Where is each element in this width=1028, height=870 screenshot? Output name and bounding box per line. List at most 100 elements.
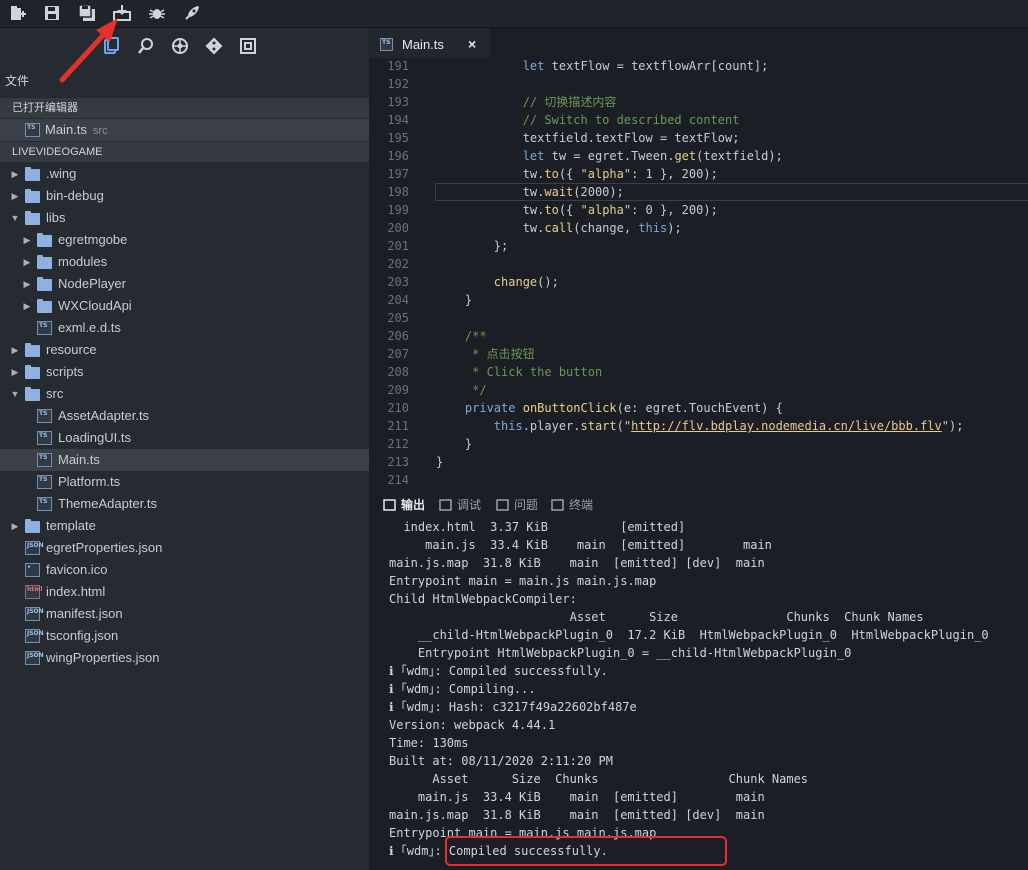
tree-file[interactable]: • favicon.ico [0, 559, 369, 581]
code-text: change(); [493, 275, 559, 289]
tree-file[interactable]: TS LoadingUI.ts [0, 427, 369, 449]
build-icon[interactable] [111, 2, 133, 24]
tree-folder[interactable]: ▼ libs [0, 207, 369, 229]
code-line: 211 this.player.start("http://flv.bdplay… [369, 417, 1028, 435]
new-file-icon[interactable] [7, 2, 29, 24]
ts-file-icon: TS [37, 453, 52, 467]
close-icon[interactable]: × [468, 36, 476, 52]
tree-file[interactable]: html index.html [0, 581, 369, 603]
code-line: 192 [369, 75, 1028, 93]
tab-main-ts[interactable]: TS Main.ts × [369, 28, 490, 62]
tree-item-label: src [46, 386, 64, 401]
code-line: 212 } [369, 435, 1028, 453]
tab-output[interactable]: 输出 [383, 496, 425, 513]
panel-tab-label: 调试 [457, 498, 482, 512]
code-editor[interactable]: 191 let textFlow = textflowArr[count]; 19… [369, 58, 1028, 488]
sidebar: 文件 已打开编辑器 TS Main.ts src LIVEVIDEOGAME ▶.… [0, 28, 369, 870]
outline-icon[interactable] [237, 35, 259, 57]
chevron-right-icon[interactable]: ▶ [22, 229, 32, 251]
chevron-right-icon[interactable]: ▶ [10, 185, 20, 207]
tree-file[interactable]: JSON egretProperties.json [0, 537, 369, 559]
save-all-icon[interactable] [76, 2, 98, 24]
tab-terminal[interactable]: 终端 [551, 496, 593, 513]
code-text: /** [464, 329, 487, 343]
tree-file[interactable]: TS Main.ts [0, 449, 369, 471]
tree-file[interactable]: JSON manifest.json [0, 603, 369, 625]
output-line: main.js 33.4 KiB main [emitted] main [389, 538, 772, 552]
tree-file[interactable]: JSON wingProperties.json [0, 647, 369, 669]
extensions-icon[interactable] [169, 35, 191, 57]
output-line: ℹ ｢wdm｣: Compiling... [389, 682, 536, 696]
line-number: 202 [387, 257, 409, 271]
tree-item-label: resource [46, 342, 97, 357]
tree-item-label: favicon.ico [46, 562, 108, 577]
sidebar-tools [0, 28, 369, 62]
output-line: Child HtmlWebpackCompiler: [389, 592, 577, 606]
output-line: Built at: 08/11/2020 2:11:20 PM [389, 754, 613, 768]
chevron-right-icon[interactable]: ▶ [10, 339, 20, 361]
tab-problems[interactable]: 问题 [496, 496, 538, 513]
code-text: * Click the button [436, 365, 603, 379]
tree-folder[interactable]: ▶ resource [0, 339, 369, 361]
tree-folder[interactable]: ▶ .wing [0, 163, 369, 185]
chevron-down-icon[interactable]: ▼ [10, 207, 20, 229]
code-text: tw.to({ "alpha": 0 }, 200); [436, 203, 718, 217]
output-line: Time: 130ms [389, 736, 469, 750]
tab-debug-console[interactable]: 调试 [439, 496, 481, 513]
tree-file[interactable]: TS exml.e.d.ts [0, 317, 369, 339]
code-line: 210 private onButtonClick(e: egret.Touch… [369, 399, 1028, 417]
line-number: 203 [387, 275, 409, 289]
line-number: 201 [387, 239, 409, 253]
chevron-right-icon[interactable]: ▶ [22, 273, 32, 295]
folder-icon [37, 277, 52, 291]
explorer-icon[interactable] [100, 35, 122, 57]
open-editor-item[interactable]: TS Main.ts src [0, 119, 369, 141]
tree-folder[interactable]: ▶ modules [0, 251, 369, 273]
code-line: 194 // Switch to described content [369, 111, 1028, 129]
tree-folder[interactable]: ▶ NodePlayer [0, 273, 369, 295]
save-icon[interactable] [41, 2, 63, 24]
chevron-right-icon[interactable]: ▶ [10, 361, 20, 383]
tree-item-label: LoadingUI.ts [58, 430, 131, 445]
output-line: Entrypoint main = main.js main.js.map [389, 574, 657, 588]
files-label: 文件 [5, 74, 30, 88]
tree-item-label: exml.e.d.ts [58, 320, 121, 335]
tree-file[interactable]: TS ThemeAdapter.ts [0, 493, 369, 515]
code-line: 204 } [369, 291, 1028, 309]
tab-label: Main.ts [402, 37, 444, 52]
output-line: Asset Size Chunks Chunk Names [389, 772, 809, 786]
tree-folder[interactable]: ▶ WXCloudApi [0, 295, 369, 317]
code-text: tw.to({ "alpha": 1 }, 200); [436, 167, 718, 181]
code-text: let tw = egret.Tween.get(textfield); [522, 149, 783, 163]
tree-folder[interactable]: ▼ src [0, 383, 369, 405]
chevron-right-icon[interactable]: ▶ [22, 295, 32, 317]
search-icon[interactable] [135, 35, 157, 57]
tree-folder[interactable]: ▶ bin-debug [0, 185, 369, 207]
chevron-right-icon[interactable]: ▶ [10, 163, 20, 185]
output-line: __child-HtmlWebpackPlugin_0 17.2 KiB Htm… [389, 628, 989, 642]
line-number: 209 [387, 383, 409, 397]
debug-icon[interactable] [146, 2, 168, 24]
git-icon[interactable] [203, 35, 225, 57]
chevron-right-icon[interactable]: ▶ [10, 515, 20, 537]
tree-folder[interactable]: ▶ scripts [0, 361, 369, 383]
tree-file[interactable]: TS Platform.ts [0, 471, 369, 493]
panel-tab-label: 问题 [514, 498, 539, 512]
json-file-icon: JSON [25, 629, 44, 643]
tree-item-label: Main.ts [58, 452, 100, 467]
chevron-right-icon[interactable]: ▶ [22, 251, 32, 273]
publish-icon[interactable] [181, 2, 203, 24]
tree-file[interactable]: TS AssetAdapter.ts [0, 405, 369, 427]
tree-file[interactable]: JSON tsconfig.json [0, 625, 369, 647]
tree-folder[interactable]: ▶ egretmgobe [0, 229, 369, 251]
project-header[interactable]: LIVEVIDEOGAME [0, 142, 369, 162]
ts-file-icon: TS [37, 497, 52, 511]
chevron-down-icon[interactable]: ▼ [10, 383, 20, 405]
line-number: 212 [387, 437, 409, 451]
open-editors-header[interactable]: 已打开编辑器 [0, 98, 369, 118]
tree-item-label: tsconfig.json [46, 628, 119, 643]
line-number: 213 [387, 455, 409, 469]
code-line: 196 let tw = egret.Tween.get(textfield); [369, 147, 1028, 165]
code-text: // 切换描述内容 [522, 95, 617, 109]
tree-folder[interactable]: ▶ template [0, 515, 369, 537]
